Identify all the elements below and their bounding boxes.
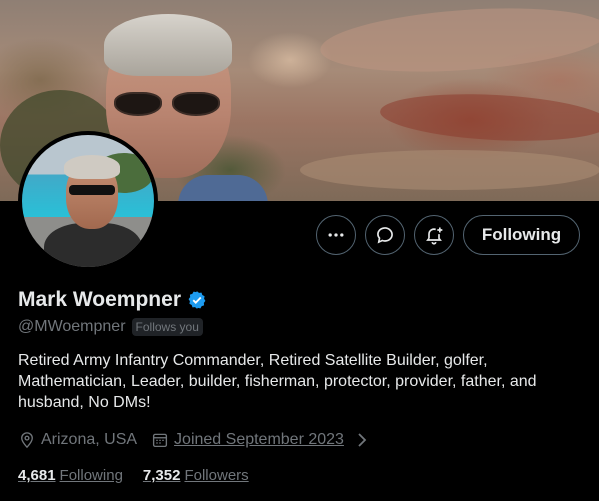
name-row: Mark Woempner — [18, 288, 207, 312]
display-name: Mark Woempner — [18, 288, 181, 311]
following-count-link[interactable]: 4,681 Following — [18, 467, 123, 484]
more-horizontal-icon — [328, 233, 344, 237]
more-options-button[interactable] — [316, 215, 356, 255]
joined-item[interactable]: Joined September 2023 — [151, 431, 371, 449]
following-count: 4,681 — [18, 467, 56, 484]
notifications-button[interactable] — [414, 215, 454, 255]
avatar[interactable] — [18, 131, 158, 271]
follows-you-badge: Follows you — [131, 318, 203, 336]
canyon-ridge — [300, 150, 599, 190]
handle: @MWoempner — [18, 318, 126, 335]
location-text: Arizona, USA — [41, 431, 138, 448]
joined-date-link[interactable]: Joined September 2023 — [174, 431, 344, 449]
chevron-right-icon — [358, 433, 367, 447]
following-label: Following — [59, 467, 123, 484]
location-pin-icon — [21, 432, 33, 449]
followers-count-link[interactable]: 7,352 Followers — [143, 467, 249, 484]
canyon-ridge — [318, 0, 599, 81]
location-item: Arizona, USA — [18, 431, 137, 449]
message-bubble-icon — [377, 227, 393, 244]
followers-count: 7,352 — [142, 467, 181, 484]
bell-plus-icon — [426, 227, 443, 245]
verified-badge-icon[interactable] — [187, 290, 207, 310]
following-button[interactable]: Following — [463, 215, 580, 255]
canyon-ridge — [378, 89, 599, 146]
message-button[interactable] — [365, 215, 405, 255]
profile-meta: Arizona, USA Joined September 2023 — [18, 431, 385, 449]
calendar-icon — [152, 433, 168, 448]
handle-row: @MWoempner Follows you — [18, 318, 203, 336]
follow-stats: 4,681 Following 7,352 Followers — [18, 467, 269, 484]
bio: Retired Army Infantry Commander, Retired… — [18, 352, 537, 411]
followers-label: Followers — [184, 467, 249, 484]
